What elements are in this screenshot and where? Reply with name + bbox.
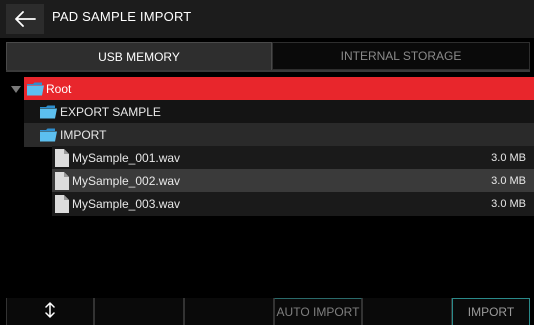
file-row[interactable]: MySample_003.wav 3.0 MB [52,192,534,216]
tree-row-import[interactable]: IMPORT [24,123,534,147]
file-name: MySample_002.wav [72,174,181,188]
file-icon [55,195,69,213]
back-arrow-icon [14,11,36,27]
file-row[interactable]: MySample_002.wav 3.0 MB [52,169,534,193]
storage-tabs: USB MEMORY INTERNAL STORAGE [6,42,530,70]
folder-open-icon [27,82,44,96]
tab-divider [6,70,530,72]
folder-open-icon [40,128,57,142]
sort-button[interactable] [6,298,94,325]
back-button[interactable] [6,4,44,34]
tree-row-export-sample[interactable]: EXPORT SAMPLE [24,100,534,124]
tree-row-root[interactable]: Root [24,77,534,101]
file-icon [55,149,69,167]
tree-label-root: Root [46,82,72,96]
tab-internal-storage[interactable]: INTERNAL STORAGE [272,42,530,70]
page-title: PAD SAMPLE IMPORT [52,9,192,24]
function-button-2[interactable] [94,298,184,325]
auto-import-button[interactable]: AUTO IMPORT [274,298,362,325]
file-icon [55,172,69,190]
file-size: 3.0 MB [491,198,526,210]
import-button[interactable]: IMPORT [452,298,530,325]
up-down-arrow-icon [44,302,56,321]
header-bar: PAD SAMPLE IMPORT [0,0,534,38]
file-size: 3.0 MB [491,152,526,164]
tree-label-export-sample: EXPORT SAMPLE [60,105,161,119]
tab-usb-memory[interactable]: USB MEMORY [6,42,272,70]
file-name: MySample_003.wav [72,197,181,211]
file-size: 3.0 MB [491,175,526,187]
function-bar: AUTO IMPORT IMPORT [0,298,534,325]
function-button-3[interactable] [184,298,274,325]
expand-arrow-icon[interactable] [11,86,21,93]
function-button-5[interactable] [362,298,452,325]
folder-icon [40,105,57,119]
file-name: MySample_001.wav [72,151,181,165]
tree-label-import: IMPORT [60,128,107,142]
file-row[interactable]: MySample_001.wav 3.0 MB [52,146,534,170]
